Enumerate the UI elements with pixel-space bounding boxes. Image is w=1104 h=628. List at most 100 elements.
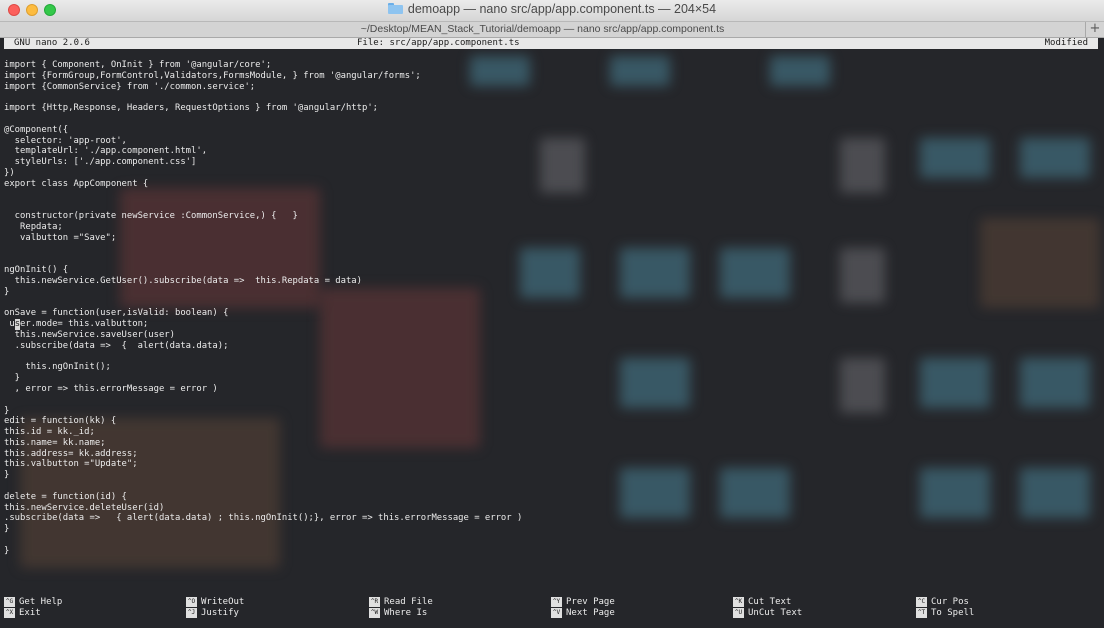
- code-line[interactable]: import {CommonService} from './common.se…: [4, 82, 522, 93]
- shortcut-cur-pos[interactable]: ^C Cur Pos: [916, 597, 969, 608]
- window-title: demoapp — nano src/app/app.component.ts …: [407, 2, 717, 16]
- code-line[interactable]: }: [4, 470, 522, 481]
- shortcut-read-file[interactable]: ^R Read File: [369, 597, 433, 608]
- nano-version: GNU nano 2.0.6: [14, 38, 90, 48]
- shortcut-label: To Spell: [931, 608, 975, 618]
- shortcut-key: ^Y: [551, 597, 562, 607]
- background-blur: [920, 468, 990, 518]
- shortcut-label: Exit: [19, 608, 41, 618]
- shortcut-key: ^T: [916, 608, 927, 618]
- shortcut-writeout[interactable]: ^O WriteOut: [186, 597, 244, 608]
- code-line[interactable]: ngOnInit() {: [4, 265, 522, 276]
- shortcut-label: Justify: [201, 608, 239, 618]
- shortcut-exit[interactable]: ^X Exit: [4, 608, 41, 619]
- code-line[interactable]: [4, 114, 522, 125]
- code-line[interactable]: [4, 190, 522, 201]
- code-line[interactable]: import {Http,Response, Headers, RequestO…: [4, 103, 522, 114]
- background-blur: [620, 248, 690, 298]
- code-line[interactable]: this.newService.GetUser().subscribe(data…: [4, 276, 522, 287]
- code-line[interactable]: this.ngOnInit();: [4, 362, 522, 373]
- code-line[interactable]: onSave = function(user,isValid: boolean)…: [4, 308, 522, 319]
- shortcut-label: Prev Page: [566, 597, 615, 607]
- background-blur: [980, 218, 1100, 308]
- shortcut-key: ^W: [369, 608, 380, 618]
- code-line[interactable]: this.id = kk._id;: [4, 427, 522, 438]
- code-line[interactable]: edit = function(kk) {: [4, 416, 522, 427]
- code-line[interactable]: import { Component, OnInit } from '@angu…: [4, 60, 522, 71]
- code-line[interactable]: valbutton ="Save";: [4, 233, 522, 244]
- shortcut-get-help[interactable]: ^G Get Help: [4, 597, 62, 608]
- code-line[interactable]: .subscribe(data => { alert(data.data) ; …: [4, 513, 522, 524]
- code-line[interactable]: [4, 254, 522, 265]
- nano-title-bar: GNU nano 2.0.6 File: src/app/app.compone…: [4, 38, 1098, 49]
- code-line[interactable]: [4, 395, 522, 406]
- background-blur: [840, 358, 885, 413]
- code-line[interactable]: [4, 481, 522, 492]
- shortcut-key: ^K: [733, 597, 744, 607]
- code-line[interactable]: , error => this.errorMessage = error ): [4, 384, 522, 395]
- code-line[interactable]: [4, 298, 522, 309]
- nano-filename: File: src/app/app.component.ts: [357, 38, 520, 48]
- code-line[interactable]: }: [4, 287, 522, 298]
- background-blur: [1020, 138, 1090, 178]
- background-blur: [620, 468, 690, 518]
- code-line[interactable]: templateUrl: './app.component.html',: [4, 146, 522, 157]
- title-bar[interactable]: demoapp — nano src/app/app.component.ts …: [0, 0, 1104, 22]
- shortcut-key: ^U: [733, 608, 744, 618]
- code-line[interactable]: }: [4, 546, 522, 557]
- editor-buffer[interactable]: import { Component, OnInit } from '@angu…: [4, 60, 522, 557]
- terminal-tab[interactable]: ~/Desktop/MEAN_Stack_Tutorial/demoapp — …: [0, 22, 1085, 37]
- code-line[interactable]: export class AppComponent {: [4, 179, 522, 190]
- code-line[interactable]: .subscribe(data => { alert(data.data);: [4, 341, 522, 352]
- shortcut-prev-page[interactable]: ^Y Prev Page: [551, 597, 615, 608]
- background-blur: [720, 468, 790, 518]
- window-title-group: demoapp — nano src/app/app.component.ts …: [0, 2, 1104, 16]
- code-line[interactable]: [4, 200, 522, 211]
- shortcut-uncut-text[interactable]: ^U UnCut Text: [733, 608, 802, 619]
- shortcut-key: ^R: [369, 597, 380, 607]
- code-line[interactable]: }: [4, 524, 522, 535]
- code-line[interactable]: [4, 244, 522, 255]
- nano-modified-status: Modified: [1044, 38, 1088, 48]
- shortcut-justify[interactable]: ^J Justify: [186, 608, 239, 619]
- background-blur: [1020, 358, 1090, 408]
- code-line[interactable]: [4, 352, 522, 363]
- shortcut-key: ^V: [551, 608, 562, 618]
- text-cursor: s: [14, 319, 21, 330]
- folder-icon: [387, 3, 403, 14]
- code-line[interactable]: constructor(private newService :CommonSe…: [4, 211, 522, 222]
- background-blur: [770, 56, 830, 86]
- code-line[interactable]: [4, 535, 522, 546]
- shortcut-label: Read File: [384, 597, 433, 607]
- code-line[interactable]: @Component({: [4, 125, 522, 136]
- background-blur: [610, 56, 670, 86]
- code-line[interactable]: [4, 92, 522, 103]
- code-line[interactable]: this.address= kk.address;: [4, 449, 522, 460]
- code-line[interactable]: Repdata;: [4, 222, 522, 233]
- terminal-area[interactable]: GNU nano 2.0.6 File: src/app/app.compone…: [0, 38, 1104, 628]
- code-line[interactable]: }: [4, 406, 522, 417]
- terminal-window: demoapp — nano src/app/app.component.ts …: [0, 0, 1104, 628]
- shortcut-to-spell[interactable]: ^T To Spell: [916, 608, 974, 619]
- shortcut-key: ^J: [186, 608, 197, 618]
- code-line[interactable]: this.newService.deleteUser(id): [4, 503, 522, 514]
- shortcut-next-page[interactable]: ^V Next Page: [551, 608, 615, 619]
- code-line[interactable]: this.name= kk.name;: [4, 438, 522, 449]
- new-tab-button[interactable]: +: [1085, 22, 1104, 37]
- background-blur: [620, 358, 690, 408]
- code-line[interactable]: import {FormGroup,FormControl,Validators…: [4, 71, 522, 82]
- code-line[interactable]: user.mode= this.valbutton;: [4, 319, 522, 330]
- shortcut-label: Get Help: [19, 597, 63, 607]
- code-line[interactable]: this.newService.saveUser(user): [4, 330, 522, 341]
- shortcut-label: Cut Text: [748, 597, 792, 607]
- shortcut-key: ^X: [4, 608, 15, 618]
- code-line[interactable]: delete = function(id) {: [4, 492, 522, 503]
- background-blur: [520, 248, 580, 298]
- code-line[interactable]: selector: 'app-root',: [4, 136, 522, 147]
- code-line[interactable]: }: [4, 373, 522, 384]
- shortcut-where-is[interactable]: ^W Where Is: [369, 608, 427, 619]
- code-line[interactable]: this.valbutton ="Update";: [4, 459, 522, 470]
- code-line[interactable]: }): [4, 168, 522, 179]
- shortcut-cut-text[interactable]: ^K Cut Text: [733, 597, 791, 608]
- code-line[interactable]: styleUrls: ['./app.component.css']: [4, 157, 522, 168]
